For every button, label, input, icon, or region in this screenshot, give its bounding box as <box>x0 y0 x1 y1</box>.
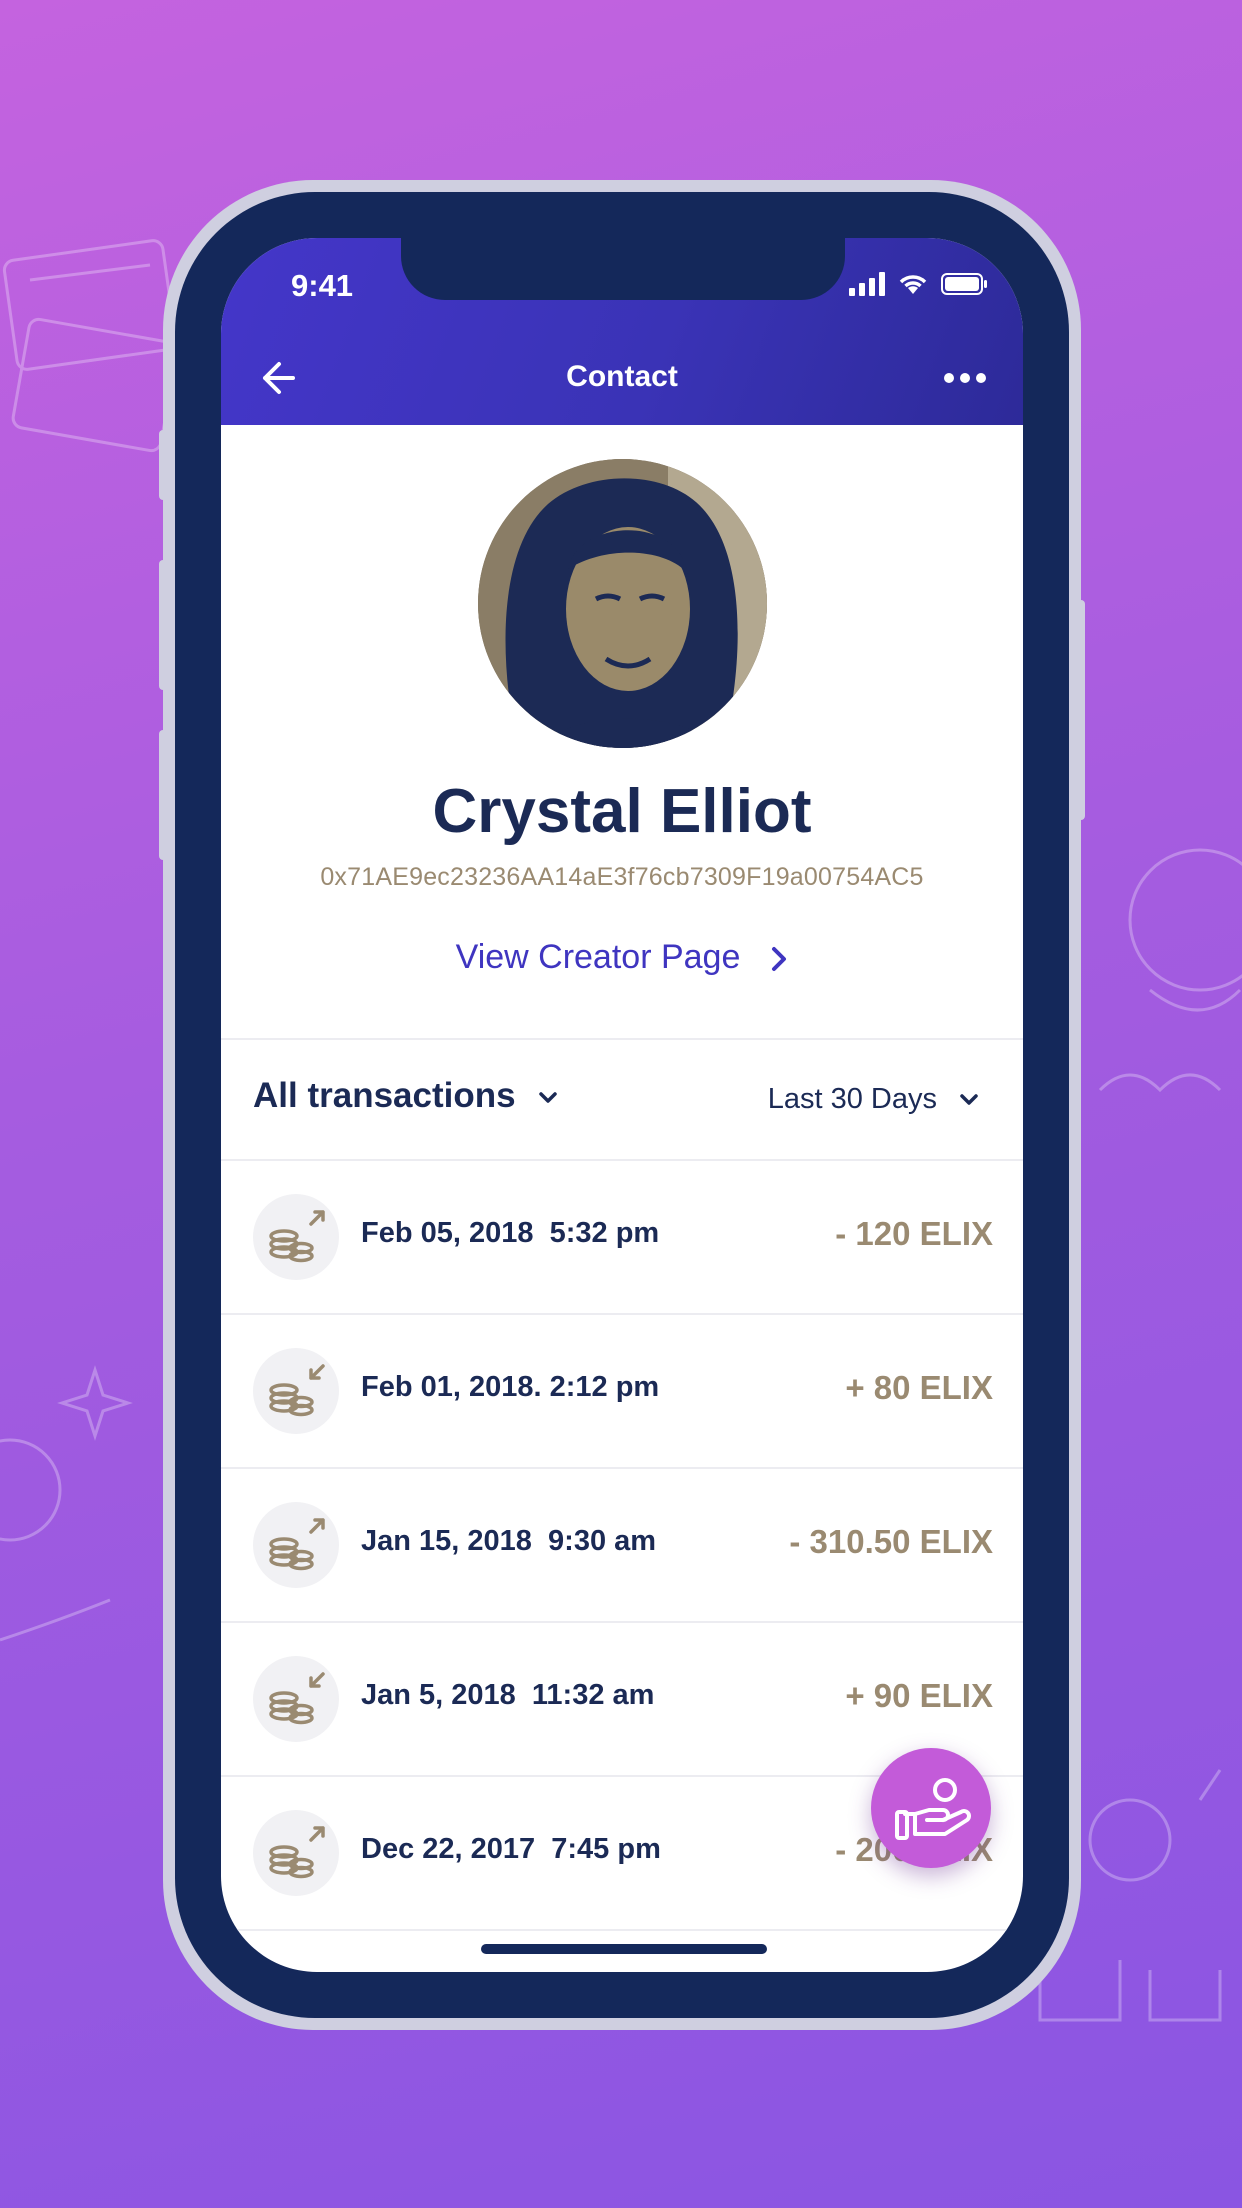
period-dropdown[interactable]: Last 30 Days <box>768 1083 979 1116</box>
transaction-type-label: All transactions <box>253 1076 516 1115</box>
wallet-address: 0x71AE9ec23236AA14aE3f76cb7309F19a00754A… <box>320 863 924 891</box>
app-screen: 9:41 Contact Crystal Elliot 0x71AE9ec232… <box>221 238 1023 1972</box>
phone-power-button <box>1077 600 1085 820</box>
phone-notch <box>401 238 845 300</box>
period-label: Last 30 Days <box>767 1083 937 1115</box>
chevron-down-icon <box>960 1094 978 1106</box>
transaction-row[interactable]: Feb 05, 2018 5:32 pm - 120 ELIX <box>221 1161 1023 1315</box>
bulb-outline-decoration <box>1098 848 1242 1093</box>
battery-icon <box>941 273 987 295</box>
phone-volume-button <box>159 560 167 690</box>
transaction-amount: + 90 ELIX <box>845 1677 993 1714</box>
coins-icon <box>253 1656 339 1742</box>
phone-volume-button <box>159 730 167 860</box>
transaction-date: Dec 22, 2017 7:45 pm <box>361 1833 661 1865</box>
transaction-amount: - 310.50 ELIX <box>789 1523 993 1560</box>
send-tokens-fab[interactable] <box>871 1748 991 1868</box>
status-time: 9:41 <box>291 268 354 303</box>
avatar <box>478 459 767 748</box>
status-icons <box>849 272 989 296</box>
chevron-down-icon <box>538 1092 557 1103</box>
transaction-row[interactable]: Feb 01, 2018. 2:12 pm + 80 ELIX <box>221 1315 1023 1469</box>
more-dots-icon[interactable] <box>943 368 987 388</box>
coins-icon <box>253 1348 339 1434</box>
divider <box>221 1929 1023 1931</box>
home-indicator <box>481 1944 767 1954</box>
view-creator-page-link[interactable]: View Creator Page <box>221 938 1023 977</box>
phone-side-button <box>159 430 167 500</box>
chevron-right-icon <box>772 947 787 972</box>
divider <box>221 1038 1023 1040</box>
wifi-icon <box>899 275 927 294</box>
transaction-amount: + 80 ELIX <box>845 1369 993 1406</box>
view-creator-page-label: View Creator Page <box>455 938 741 976</box>
signal-icon <box>849 272 885 296</box>
app-header: 9:41 Contact <box>221 238 1023 425</box>
transaction-type-dropdown[interactable]: All transactions <box>253 1076 558 1116</box>
page-title: Contact <box>566 360 678 393</box>
coin-hand-outline-decoration <box>0 1365 133 1642</box>
coins-icon <box>253 1810 339 1896</box>
transaction-date: Jan 5, 2018 11:32 am <box>361 1679 655 1711</box>
contact-name: Crystal Elliot <box>432 777 812 846</box>
coins-icon <box>253 1194 339 1280</box>
transaction-row[interactable]: Jan 15, 2018 9:30 am - 310.50 ELIX <box>221 1469 1023 1623</box>
transaction-date: Feb 01, 2018. 2:12 pm <box>361 1371 660 1403</box>
hand-coin-icon <box>895 1778 971 1840</box>
avatar-portrait-image <box>478 459 767 748</box>
transaction-date: Jan 15, 2018 9:30 am <box>361 1525 657 1557</box>
transaction-date: Feb 05, 2018 5:32 pm <box>361 1217 660 1249</box>
transaction-amount: - 120 ELIX <box>835 1215 993 1252</box>
coins-icon <box>253 1502 339 1588</box>
